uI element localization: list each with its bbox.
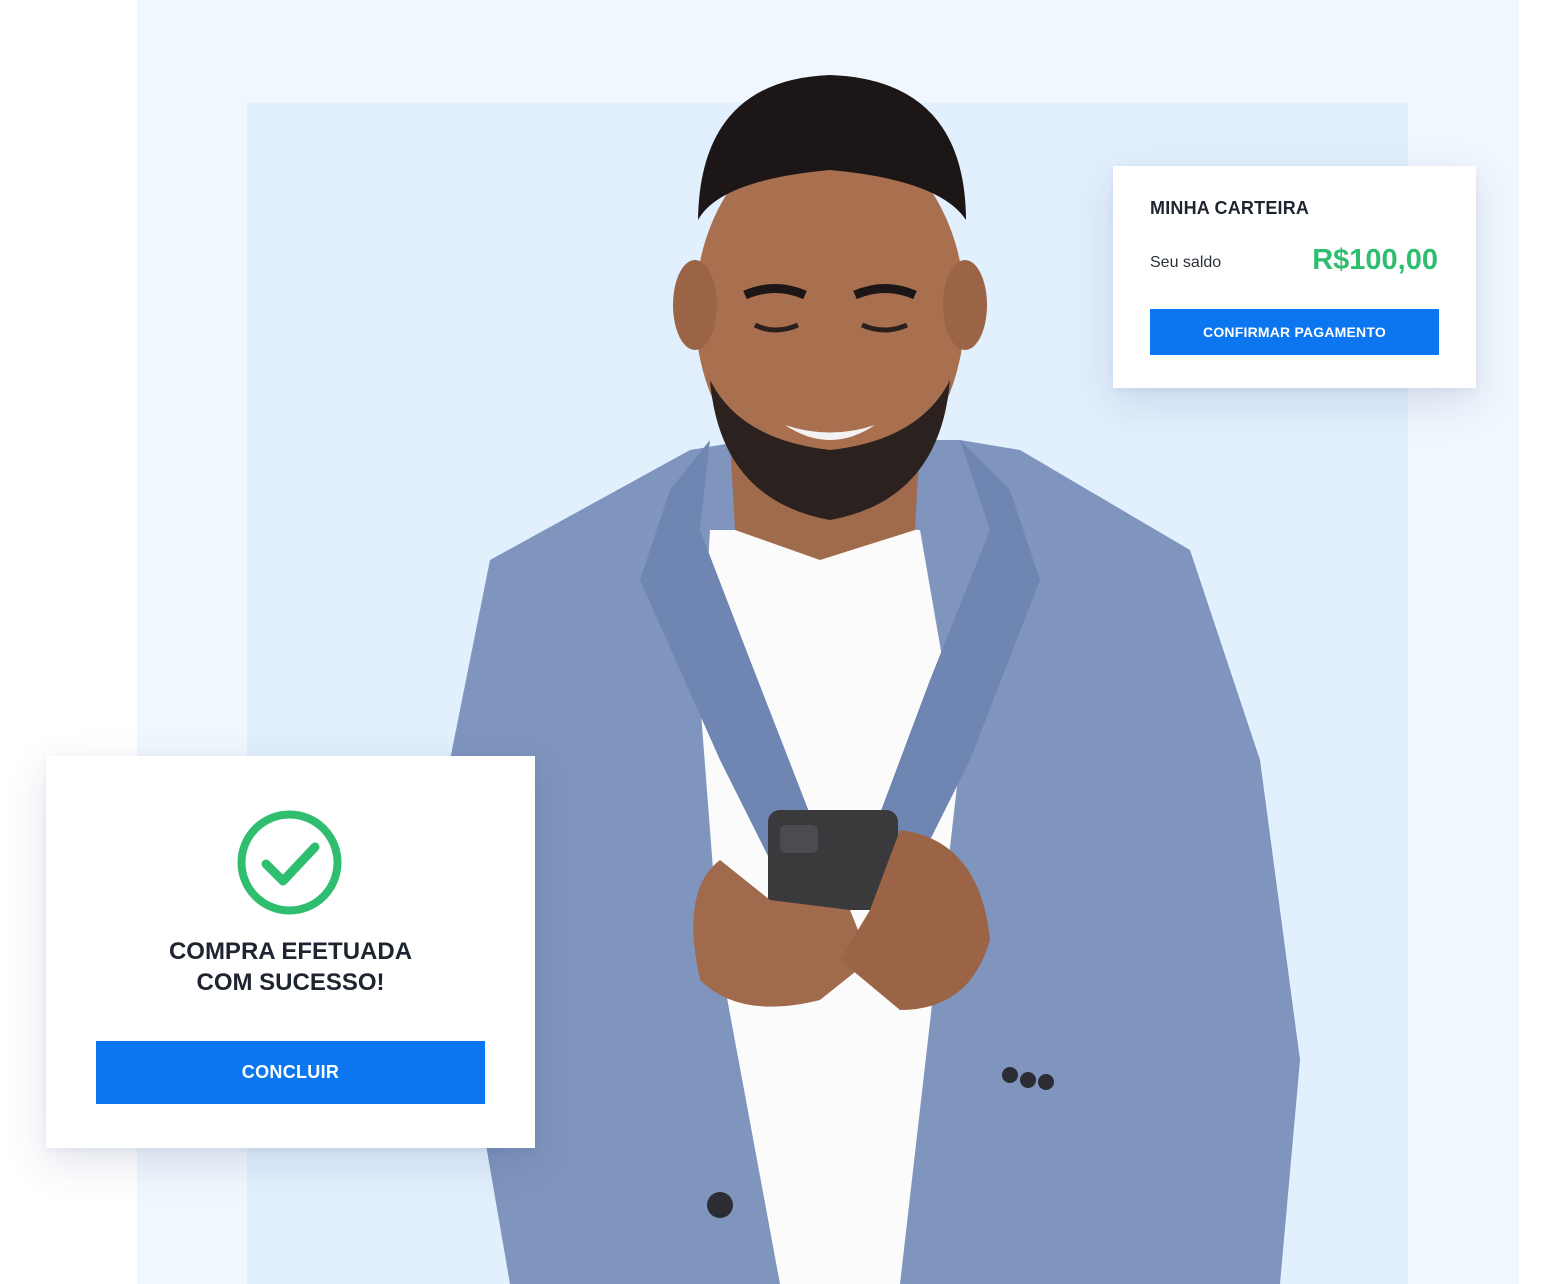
check-circle-icon [236, 809, 343, 916]
success-message-line1: COMPRA EFETUADA [168, 938, 413, 965]
hero-section: MINHA CARTEIRA Seu saldo R$100,00 CONFIR… [0, 0, 1551, 1284]
confirm-payment-button[interactable]: CONFIRMAR PAGAMENTO [1150, 309, 1439, 355]
balance-label: Seu saldo [1150, 254, 1222, 271]
balance-value: R$100,00 [1312, 244, 1438, 276]
conclude-button[interactable]: CONCLUIR [96, 1041, 485, 1104]
purchase-success-card: COMPRA EFETUADA COM SUCESSO! CONCLUIR [46, 756, 535, 1148]
success-message-line2: COM SUCESSO! [196, 969, 385, 996]
wallet-title: MINHA CARTEIRA [1150, 198, 1310, 218]
wallet-card: MINHA CARTEIRA Seu saldo R$100,00 CONFIR… [1113, 166, 1476, 388]
success-message: COMPRA EFETUADA COM SUCESSO! [46, 936, 535, 998]
